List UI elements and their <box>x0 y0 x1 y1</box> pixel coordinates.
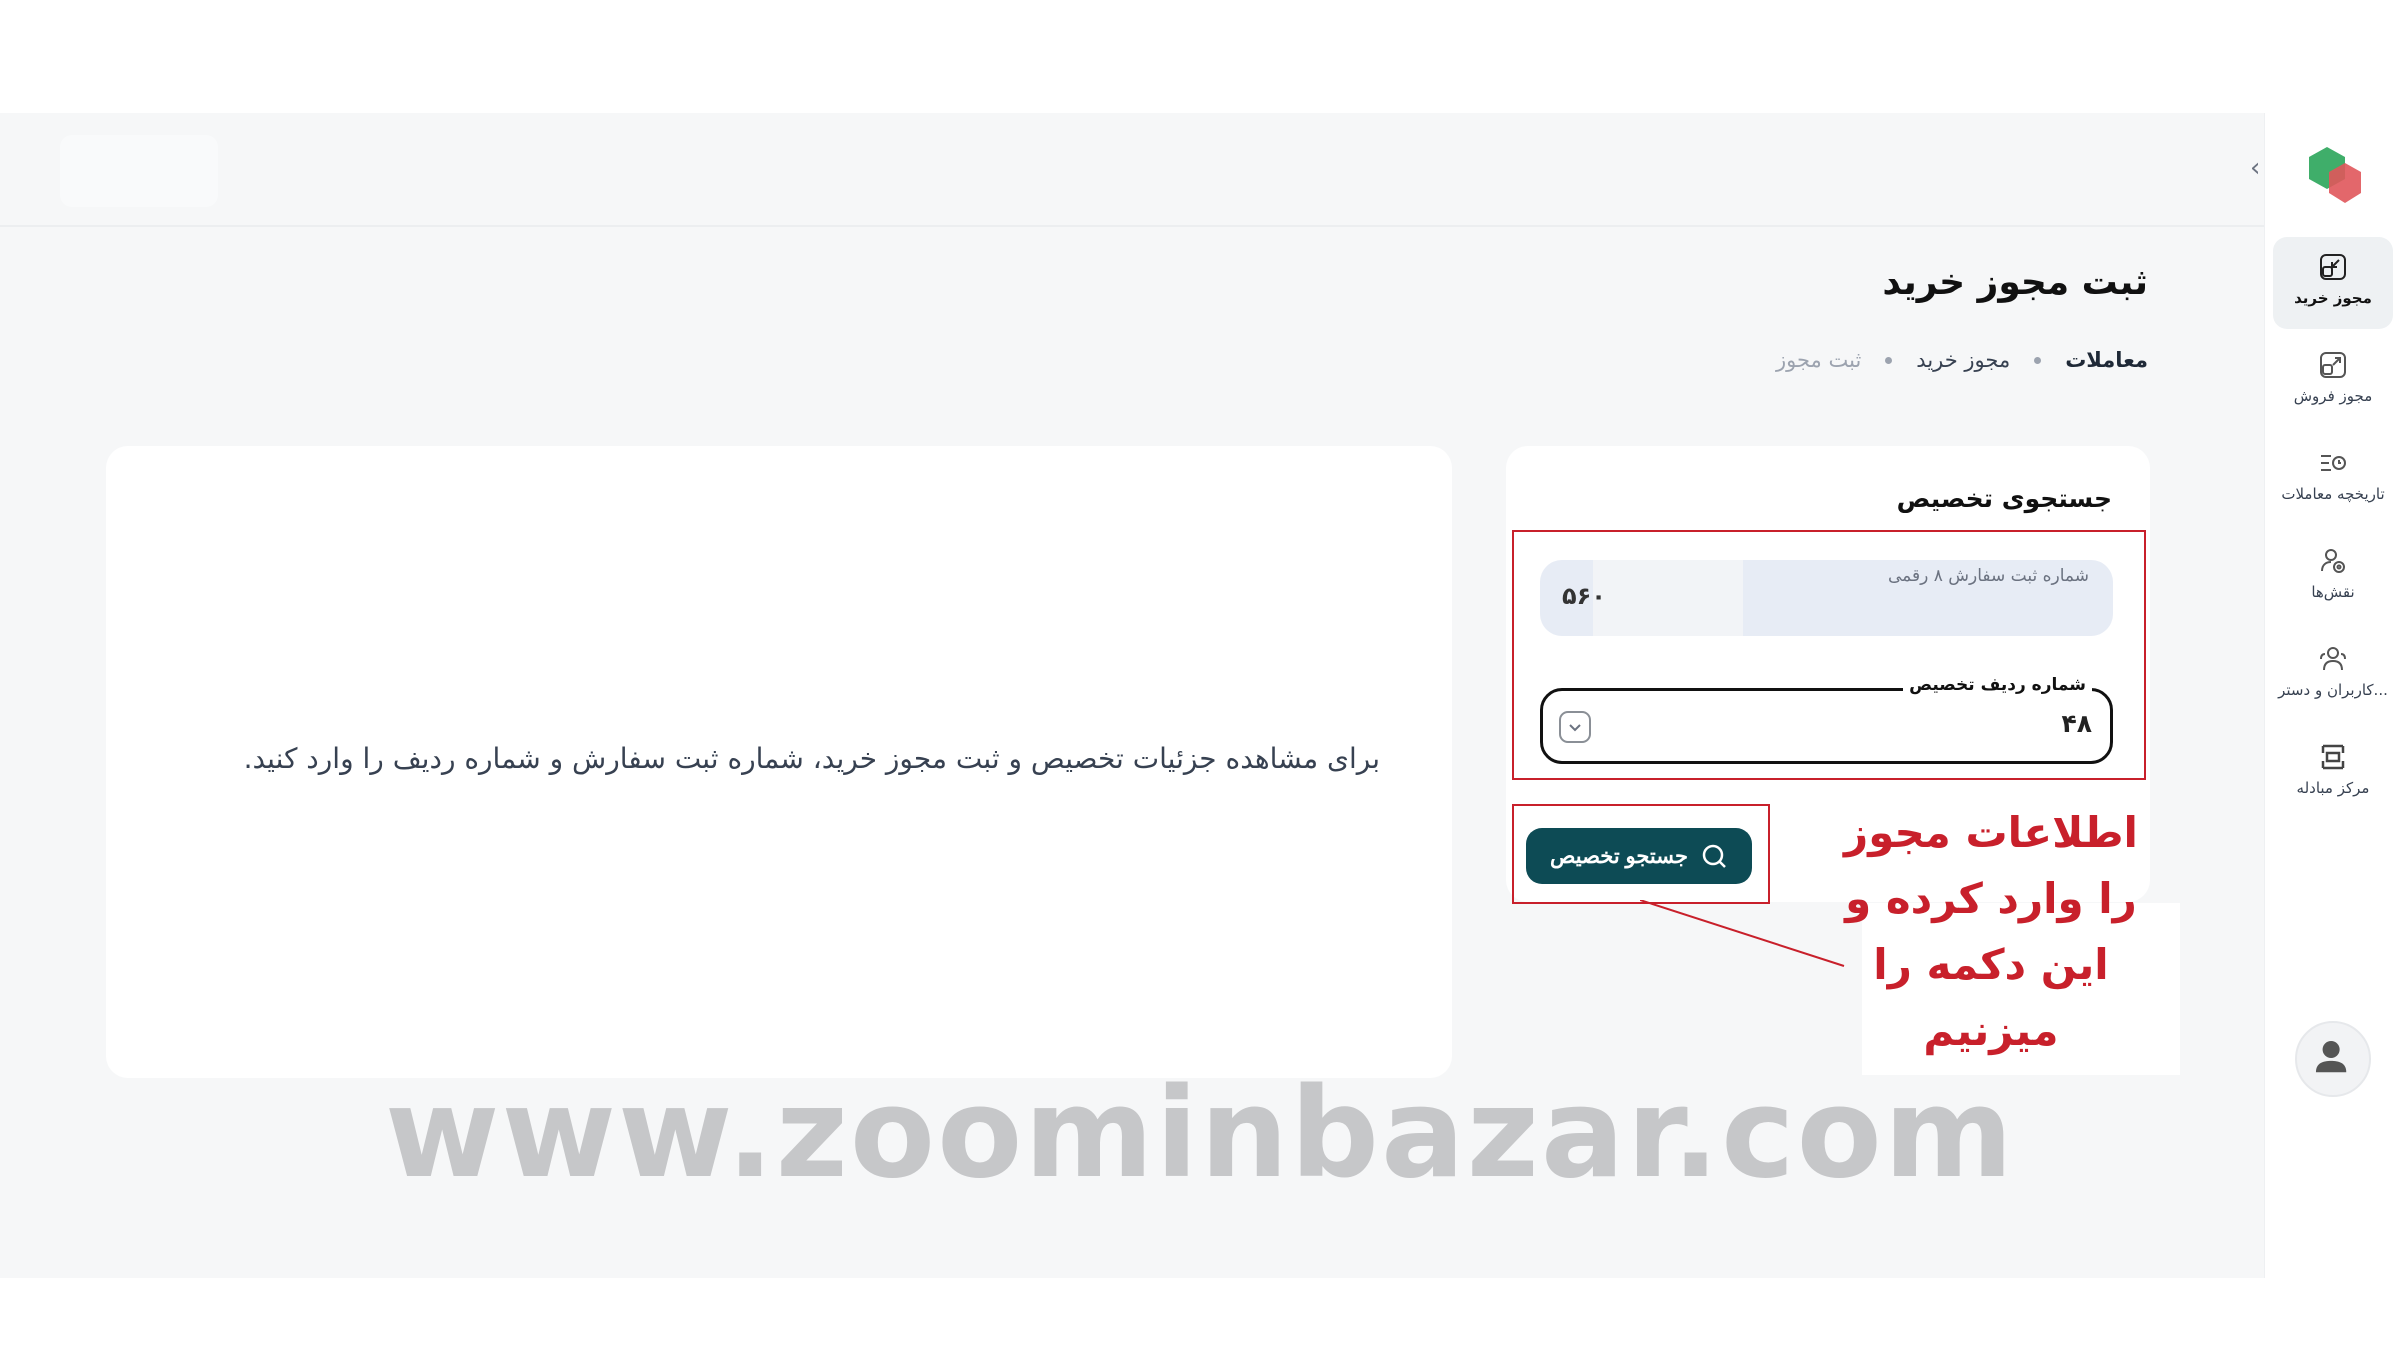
watermark: www.zoominbazar.com <box>384 1062 2016 1206</box>
details-panel: برای مشاهده جزئیات تخصیص و ثبت مجوز خرید… <box>106 446 1452 1078</box>
annotation-note: اطلاعات مجوز را وارد کرده و این دکمه را … <box>1826 800 2156 1064</box>
highlight-fields-box <box>1512 530 2146 780</box>
highlight-button-box <box>1512 804 1770 904</box>
annotation-line: اطلاعات مجوز <box>1844 808 2138 857</box>
sidebar-item-sale-permit[interactable]: مجوز فروش <box>2273 335 2393 427</box>
top-bar: ‹ <box>0 113 2264 227</box>
instruction-message: برای مشاهده جزئیات تخصیص و ثبت مجوز خرید… <box>243 742 1380 775</box>
sidebar-item-history[interactable]: تاریخچه معاملات <box>2273 433 2393 525</box>
annotation-line: را وارد کرده و <box>1845 874 2137 923</box>
breadcrumb-separator <box>1885 356 1893 364</box>
card-title: جستجوی تخصیص <box>1896 484 2112 513</box>
roles-icon <box>2321 549 2345 573</box>
sidebar-item-purchase-permit[interactable]: مجوز خرید <box>2273 237 2393 329</box>
page-title: ثبت مجوز خرید <box>1882 262 2148 303</box>
sidebar-item-users[interactable]: کاربران و دستر... <box>2273 629 2393 721</box>
top-bar-placeholder <box>60 135 218 207</box>
annotation-connector-line <box>1640 900 1845 967</box>
sidebar-item-exchange-center[interactable]: مرکز مبادله <box>2273 727 2393 819</box>
history-icon <box>2321 455 2346 471</box>
purchase-permit-icon <box>2320 254 2346 280</box>
collapse-chevron-icon[interactable]: ‹ <box>2250 153 2260 183</box>
sidebar-item-label: نقش‌ها <box>2311 583 2355 601</box>
sidebar-item-label: مجوز خرید <box>2294 289 2372 307</box>
breadcrumb-item-current: ثبت مجوز <box>1776 348 1862 372</box>
logo-icon <box>2309 147 2361 203</box>
sidebar-item-label: مرکز مبادله <box>2296 779 2370 797</box>
sidebar-item-label: کاربران و دستر... <box>2278 681 2388 699</box>
annotation-line: این دکمه را <box>1873 940 2109 989</box>
breadcrumb-item-trades[interactable]: معاملات <box>2065 348 2148 372</box>
sidebar-item-roles[interactable]: نقش‌ها <box>2273 531 2393 623</box>
sidebar-item-label: تاریخچه معاملات <box>2281 485 2385 503</box>
users-icon <box>2320 647 2346 671</box>
breadcrumb-item-purchase-permit[interactable]: مجوز خرید <box>1916 348 2010 372</box>
sidebar-item-label: مجوز فروش <box>2293 387 2373 405</box>
exchange-center-icon <box>2321 744 2345 770</box>
breadcrumb-separator <box>2034 356 2042 364</box>
sale-permit-icon <box>2320 352 2346 378</box>
annotation-line: میزنیم <box>1923 1006 2059 1055</box>
breadcrumb: معاملات مجوز خرید ثبت مجوز <box>1776 348 2148 372</box>
